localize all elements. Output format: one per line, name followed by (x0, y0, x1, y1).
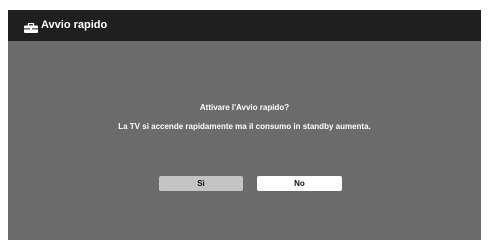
yes-button-label: Sì (197, 179, 205, 188)
no-button[interactable]: No (257, 176, 342, 191)
no-button-label: No (294, 179, 305, 188)
toolbox-icon (24, 20, 38, 33)
dialog-question: Attivare l'Avvio rapido? (199, 103, 290, 112)
tv-screen: Avvio rapido Attivare l'Avvio rapido? La… (8, 10, 481, 240)
title-bar: Avvio rapido (8, 10, 481, 41)
yes-button[interactable]: Sì (159, 176, 243, 191)
dialog-description: La TV si accende rapidamente ma il consu… (118, 122, 371, 131)
page-title: Avvio rapido (41, 19, 108, 31)
